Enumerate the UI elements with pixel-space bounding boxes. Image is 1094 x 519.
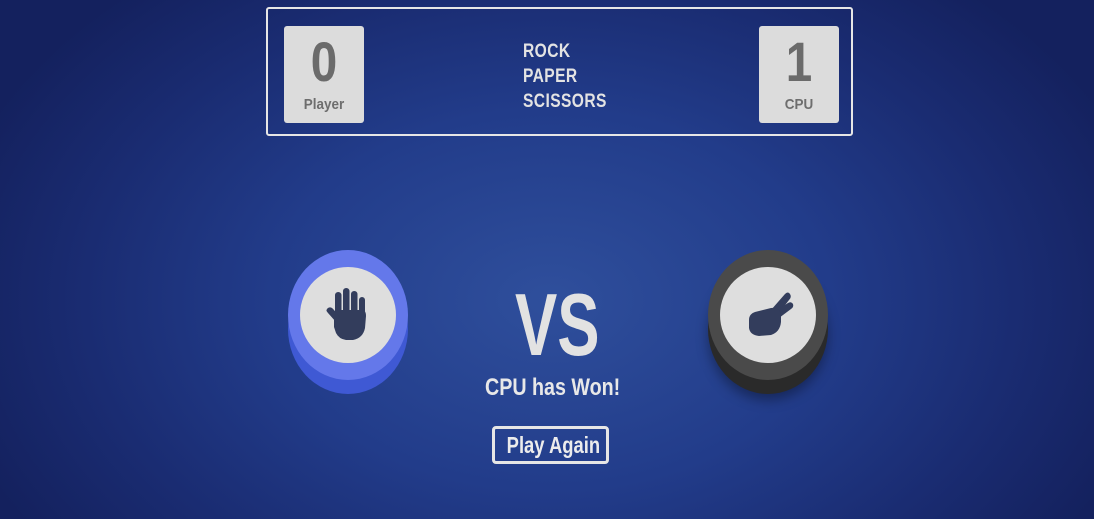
player-score: 0 xyxy=(310,30,338,93)
cpu-choice xyxy=(708,250,828,394)
cpu-choice-face xyxy=(720,267,816,363)
player-choice xyxy=(288,250,408,394)
player-score-box: 0 Player xyxy=(284,26,364,123)
play-again-label: Play Again xyxy=(506,431,601,458)
game-title: ROCK PAPER SCISSORS xyxy=(523,39,607,114)
cpu-score: 1 xyxy=(785,30,813,93)
vs-label: VS xyxy=(515,275,600,374)
game-title-line-2: PAPER xyxy=(523,66,578,87)
scoreboard: 0 Player ROCK PAPER SCISSORS 1 CPU xyxy=(266,7,853,136)
player-score-label: Player xyxy=(303,96,345,113)
cpu-score-label: CPU xyxy=(784,96,814,113)
play-again-button[interactable]: Play Again xyxy=(492,426,609,464)
player-choice-face xyxy=(300,267,396,363)
game-title-line-3: SCISSORS xyxy=(523,91,607,112)
paper-hand-icon xyxy=(326,288,366,340)
scissors-hand-icon xyxy=(749,292,794,336)
cpu-score-box: 1 CPU xyxy=(759,26,839,123)
game-title-line-1: ROCK xyxy=(523,41,571,62)
result-message: CPU has Won! xyxy=(485,374,621,401)
